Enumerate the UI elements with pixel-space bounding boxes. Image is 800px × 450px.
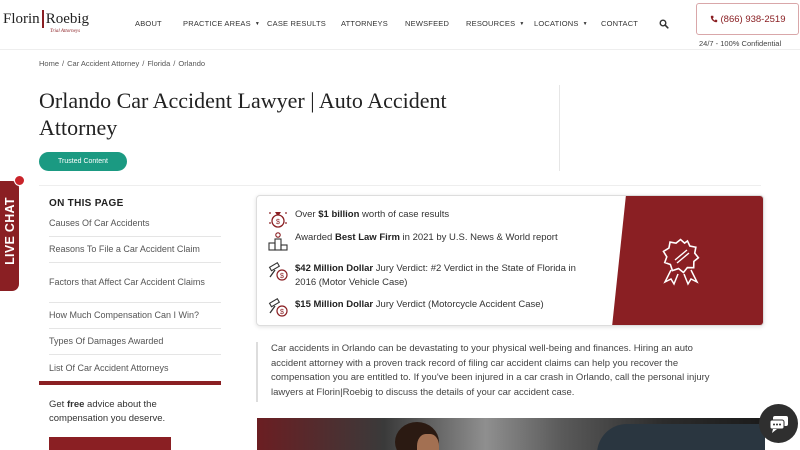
free-advice-button[interactable] — [49, 437, 171, 450]
trusted-content-badge[interactable]: Trusted Content — [39, 152, 127, 171]
nav-newsfeed[interactable]: NEWSFEED — [405, 19, 449, 28]
logo-divider — [41, 10, 44, 28]
nav-practice-areas[interactable]: PRACTICE AREAS ▼ — [183, 19, 260, 28]
toc-item[interactable]: List Of Car Accident Attorneys — [49, 355, 221, 381]
phone-icon — [710, 15, 717, 23]
chevron-down-icon: ▼ — [519, 21, 525, 27]
nav-resources[interactable]: RESOURCES ▼ — [466, 19, 524, 28]
achievement-item: $ $42 Million Dollar Jury Verdict: #2 Ve… — [267, 262, 587, 290]
live-chat-notification-icon — [14, 175, 25, 186]
site-header: Florin Roebig Trial Attorneys ABOUT PRACT… — [0, 0, 800, 50]
free-advice-text: Get free advice about the compensation y… — [49, 399, 166, 424]
toc-item[interactable]: Types Of Damages Awarded — [49, 329, 221, 355]
svg-text:$: $ — [280, 273, 284, 280]
breadcrumb-home[interactable]: Home — [39, 59, 59, 68]
title-divider — [559, 85, 560, 171]
breadcrumb-separator: / — [173, 59, 176, 68]
chevron-down-icon: ▼ — [582, 21, 588, 27]
page-title: Orlando Car Accident Lawyer | Auto Accid… — [39, 88, 447, 140]
nav-locations[interactable]: LOCATIONS ▼ — [534, 19, 588, 28]
logo-name-first: Florin — [3, 10, 40, 27]
content-divider — [39, 185, 761, 186]
phone-button[interactable]: (866) 938-2519 — [696, 3, 799, 35]
achievements-card: $ Over $1 billion worth of case results … — [256, 195, 764, 326]
logo-name-second: Roebig — [45, 10, 90, 27]
breadcrumb-current: Orlando — [178, 59, 206, 68]
nav-about[interactable]: ABOUT — [135, 19, 162, 28]
chat-icon — [769, 415, 788, 433]
achievement-item: Awarded Best Law Firm in 2021 by U.S. Ne… — [267, 231, 587, 251]
hero-car — [597, 424, 765, 450]
breadcrumb-florida[interactable]: Florida — [147, 59, 170, 68]
intro-paragraph: Car accidents in Orlando can be devastat… — [256, 342, 726, 402]
toc-item[interactable]: Reasons To File a Car Accident Claim — [49, 237, 221, 263]
award-podium-icon — [268, 232, 288, 251]
live-chat-tab[interactable]: LIVE CHAT — [0, 181, 19, 291]
nav-attorneys[interactable]: ATTORNEYS — [341, 19, 388, 28]
achievement-item: $ Over $1 billion worth of case results — [267, 208, 587, 228]
toc-item[interactable]: How Much Compensation Can I Win? — [49, 303, 221, 329]
toc-item[interactable]: Factors that Affect Car Accident Claims — [49, 263, 221, 303]
search-icon[interactable] — [659, 19, 669, 29]
award-badge-icon — [662, 238, 700, 286]
breadcrumb-car-accident-attorney[interactable]: Car Accident Attorney — [67, 59, 139, 68]
toc-underline — [39, 381, 221, 385]
achievement-item: $ $15 Million Dollar Jury Verdict (Motor… — [267, 298, 587, 318]
chevron-down-icon: ▼ — [254, 21, 260, 27]
money-bag-icon: $ — [269, 212, 287, 228]
gavel-dollar-icon: $ — [268, 298, 288, 317]
nav-contact[interactable]: CONTACT — [601, 19, 638, 28]
phone-number: (866) 938-2519 — [720, 13, 786, 25]
live-chat-label: LIVE CHAT — [3, 197, 17, 265]
logo[interactable]: Florin Roebig Trial Attorneys — [3, 10, 95, 38]
breadcrumb-separator: / — [62, 59, 65, 68]
chat-bubble-button[interactable] — [759, 404, 798, 443]
gavel-dollar-icon: $ — [268, 262, 288, 281]
hero-image — [257, 418, 765, 450]
phone-confidential-note: 24/7 - 100% Confidential — [699, 39, 782, 48]
nav-case-results[interactable]: CASE RESULTS — [267, 19, 326, 28]
breadcrumb: Home / Car Accident Attorney / Florida / Orlan… — [39, 59, 205, 68]
toc-item[interactable]: Causes Of Car Accidents — [49, 211, 221, 237]
svg-text:$: $ — [280, 309, 284, 316]
logo-tagline: Trial Attorneys — [50, 29, 81, 34]
svg-text:$: $ — [276, 219, 280, 226]
breadcrumb-separator: / — [142, 59, 145, 68]
toc-title: ON THIS PAGE — [49, 198, 124, 209]
toc-list: Causes Of Car Accidents Reasons To File … — [49, 211, 221, 381]
logo-wordmark: Florin Roebig — [3, 10, 95, 28]
hero-person-face — [417, 434, 439, 450]
